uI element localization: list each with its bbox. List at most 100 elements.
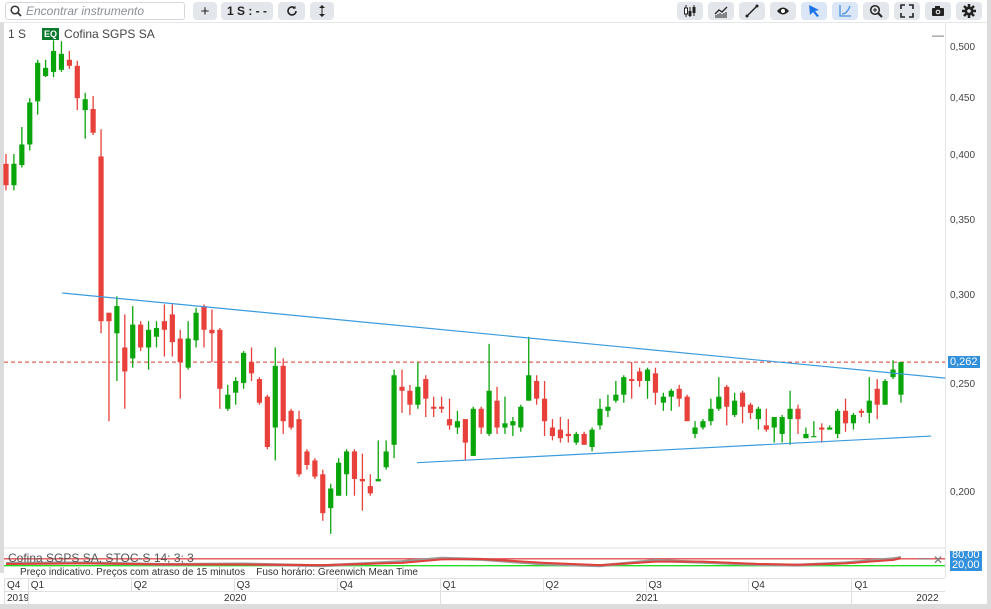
candle-up [573,433,579,443]
candle-up [114,306,120,334]
candle-down [795,408,801,420]
candle-up [343,451,350,475]
candle-up [454,421,461,428]
candle-up [597,408,603,426]
candle-down [819,427,825,430]
y-tick-label: 0,500 [950,42,976,53]
candle-down [248,362,255,374]
candle-up [835,410,841,434]
candle-down [541,398,548,422]
candle-up [589,429,595,447]
candle-up [803,433,809,439]
candle-up [811,436,817,438]
candle-up [185,338,191,368]
candle-down [534,380,540,399]
candle-down [106,312,112,322]
candle-down [874,388,880,405]
candle-down [423,379,429,399]
candle-up [850,414,857,424]
candle-down [209,329,215,334]
candle-down [201,306,207,330]
candle-down [431,406,437,409]
candle-up [130,324,136,359]
candle-up [486,390,492,434]
trendline [417,435,932,464]
candle-down [74,65,80,99]
right-border [987,0,991,609]
candle-down [288,410,294,428]
last-price-badge: 0,262 [948,356,980,368]
candle-down [122,347,128,372]
candle-down [478,408,484,428]
candle-up [882,380,888,405]
stoch-upper-badge: 80,00 [950,551,982,559]
time-axis: Q4 Q1 Q2 Q3 Q4 Q1 Q2 Q3 Q4 Q1 2019 2020 2021 2022 [4,578,945,605]
y-tick-label: 0,300 [950,290,976,302]
candle-up [700,421,706,428]
candle-up [193,312,199,341]
candle-up [50,50,57,72]
candle-up [153,328,160,337]
candle-up [415,386,421,405]
candle-up [233,380,239,393]
candle-up [898,362,904,395]
candle-up [526,375,532,401]
candle-up [692,427,698,434]
candle-up [755,408,761,420]
candle-up [241,352,247,383]
candle-down [320,474,326,514]
candle-up [779,417,785,434]
candle-up [605,406,611,411]
indicator-label: Cofina SGPS SA, STOC-S 14; 3; 3 [8,551,194,565]
candle-up [716,396,722,409]
candle-down [351,451,358,479]
y-tick-label: 0,200 [950,487,976,499]
candle-up [82,99,88,111]
indicator-minimize-button[interactable]: — [918,551,930,565]
candle-up [336,462,342,496]
candle-up [613,394,619,401]
candle-down [637,371,643,381]
y-tick-label: 0,250 [950,378,976,390]
candle-up [35,62,41,102]
candle-down [359,478,365,482]
candle-up [787,408,793,420]
candle-down [763,425,769,430]
candle-down [312,460,318,477]
candle-up [708,408,714,422]
candle-up [391,375,397,445]
y-tick-label: 0,400 [950,150,976,162]
candle-up [502,423,508,428]
candle-up [328,488,334,509]
candle-up [27,102,33,145]
candle-up [383,451,389,468]
candle-up [11,163,17,186]
price-chart[interactable] [0,0,991,609]
candle-down [264,396,270,447]
candle-up [43,67,49,77]
candle-down [296,419,302,475]
candle-up [771,417,777,428]
candle-down [217,329,223,389]
candle-down [494,400,500,428]
y-tick-label: 0,350 [950,215,976,227]
candle-down [446,419,453,426]
candle-down [280,365,286,422]
candle-down [177,338,183,363]
candle-down [724,386,730,407]
candle-up [518,406,524,428]
bottom-border [0,604,991,609]
candle-up [732,400,738,415]
candle-up [272,365,278,428]
candle-up [827,427,833,430]
candle-up [225,394,231,409]
candle-down [565,433,571,437]
candle-up [644,369,651,381]
indicator-close-button[interactable]: ✕ [933,553,943,567]
y-tick-label: 0,450 [950,93,976,105]
candle-down [367,486,373,494]
candle-down [557,429,563,439]
quarter-row: Q4 Q1 Q2 Q3 Q4 Q1 Q2 Q3 Q4 Q1 [4,578,945,592]
candle-down [161,321,167,330]
candle-up [375,478,381,482]
